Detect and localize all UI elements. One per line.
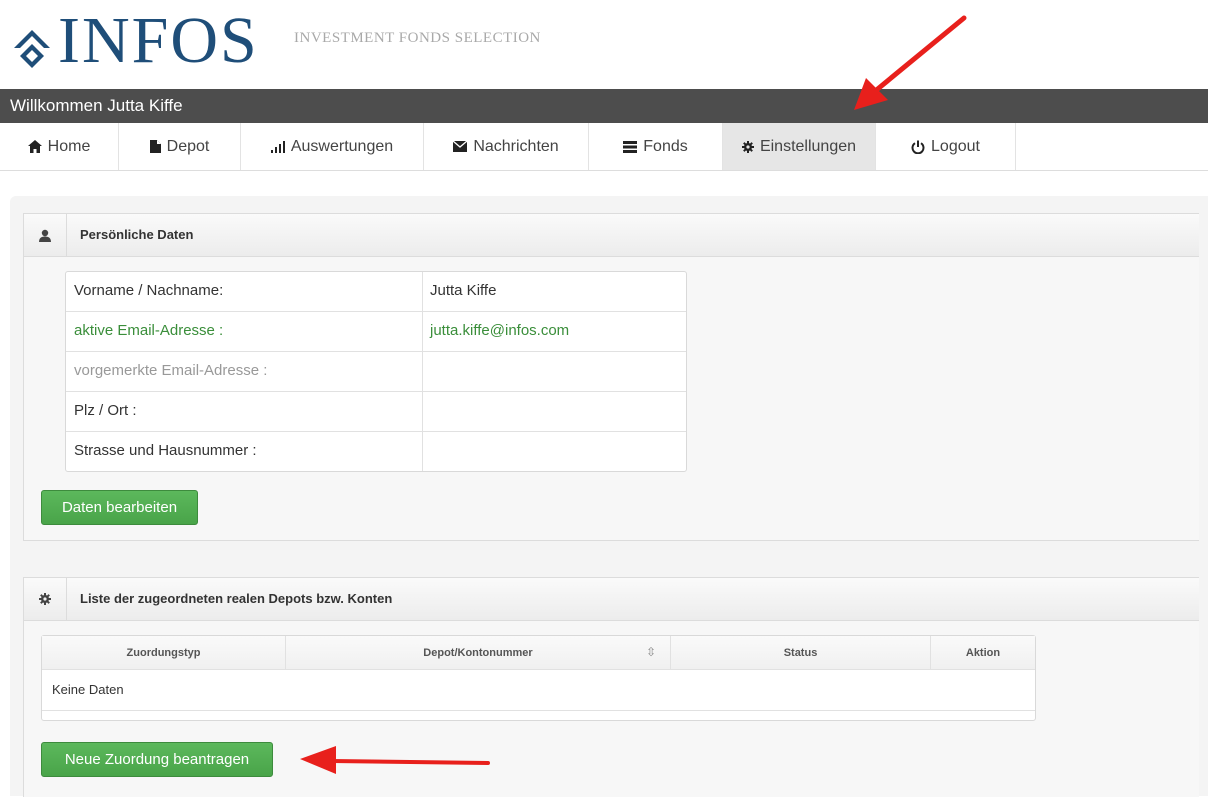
value-pending-email (423, 352, 686, 391)
nav-item-home[interactable]: Home (0, 123, 119, 170)
nav-label: Depot (166, 137, 210, 155)
logo: INFOS (12, 4, 259, 74)
panel-header: Persönliche Daten (24, 214, 1199, 257)
edit-data-button[interactable]: Daten bearbeiten (41, 490, 198, 525)
panel-title: Persönliche Daten (80, 227, 194, 242)
nav-item-auswertungen[interactable]: Auswertungen (241, 123, 424, 170)
nav-label: Nachrichten (473, 137, 559, 155)
empty-row: Keine Daten (42, 670, 1035, 711)
label-zip-city: Plz / Ort : (66, 392, 423, 431)
depots-table: Zuordungstyp Depot/Kontonummer ⇳ Status A… (41, 635, 1036, 721)
gear-icon (741, 140, 754, 153)
panel-title: Liste der zugeordneten realen Depots bzw… (80, 591, 393, 606)
table-row: Strasse und Hausnummer : (66, 432, 686, 471)
logo-text: INFOS (58, 4, 259, 77)
column-header-action[interactable]: Aktion (931, 636, 1035, 669)
power-icon (911, 140, 925, 154)
personal-data-panel: Persönliche Daten Vorname / Nachname: Ju… (23, 213, 1199, 541)
label-pending-email: vorgemerkte Email-Adresse : (66, 352, 423, 391)
value-zip-city (423, 392, 686, 431)
value-active-email: jutta.kiffe@infos.com (430, 322, 570, 339)
table-row: Plz / Ort : (66, 392, 686, 432)
annotation-arrow-icon (854, 15, 967, 110)
nav-item-fonds[interactable]: Fonds (589, 123, 723, 170)
label-name: Vorname / Nachname: (66, 272, 423, 311)
gear-icon (24, 578, 67, 620)
table-row: vorgemerkte Email-Adresse : (66, 352, 686, 392)
column-header-status[interactable]: Status (671, 636, 931, 669)
label-active-email: aktive Email-Adresse : (66, 312, 423, 351)
table-header: Zuordungstyp Depot/Kontonummer ⇳ Status A… (42, 636, 1035, 670)
new-assignment-button[interactable]: Neue Zuordung beantragen (41, 742, 273, 777)
logo-diamond-icon (12, 24, 52, 74)
nav-label: Logout (931, 137, 980, 155)
depots-panel: Liste der zugeordneten realen Depots bzw… (23, 577, 1199, 797)
logo-subtitle: INVESTMENT FONDS SELECTION (294, 30, 541, 46)
list-icon (623, 140, 638, 153)
home-icon (27, 140, 42, 153)
nav-item-einstellungen[interactable]: Einstellungen (723, 123, 876, 170)
file-icon (149, 140, 161, 153)
annotation-arrow-icon (300, 746, 490, 774)
nav-label: Auswertungen (290, 137, 394, 155)
nav-label: Home (47, 137, 91, 155)
welcome-text: Willkommen Jutta Kiffe (10, 96, 183, 115)
nav-item-nachrichten[interactable]: Nachrichten (424, 123, 589, 170)
column-header-type[interactable]: Zuordungstyp (42, 636, 286, 669)
label-street: Strasse und Hausnummer : (66, 432, 423, 471)
nav-label: Einstellungen (759, 137, 857, 155)
nav-item-logout[interactable]: Logout (876, 123, 1016, 170)
panel-header: Liste der zugeordneten realen Depots bzw… (24, 578, 1199, 621)
main-nav: Home Depot Auswertungen Nachrichten Fond… (0, 123, 1208, 171)
nav-item-depot[interactable]: Depot (119, 123, 241, 170)
sort-icon[interactable]: ⇳ (646, 645, 656, 659)
column-header-account[interactable]: Depot/Kontonummer ⇳ (286, 636, 671, 669)
user-icon (24, 214, 67, 256)
signal-icon (270, 140, 285, 153)
table-row: aktive Email-Adresse : jutta.kiffe@infos… (66, 312, 686, 352)
nav-label: Fonds (643, 137, 688, 155)
personal-data-table: Vorname / Nachname: Jutta Kiffe aktive E… (65, 271, 687, 472)
value-name: Jutta Kiffe (430, 282, 497, 299)
table-row: Vorname / Nachname: Jutta Kiffe (66, 272, 686, 312)
envelope-icon (453, 141, 468, 152)
welcome-bar: Willkommen Jutta Kiffe (0, 89, 1208, 123)
value-street (423, 432, 686, 471)
